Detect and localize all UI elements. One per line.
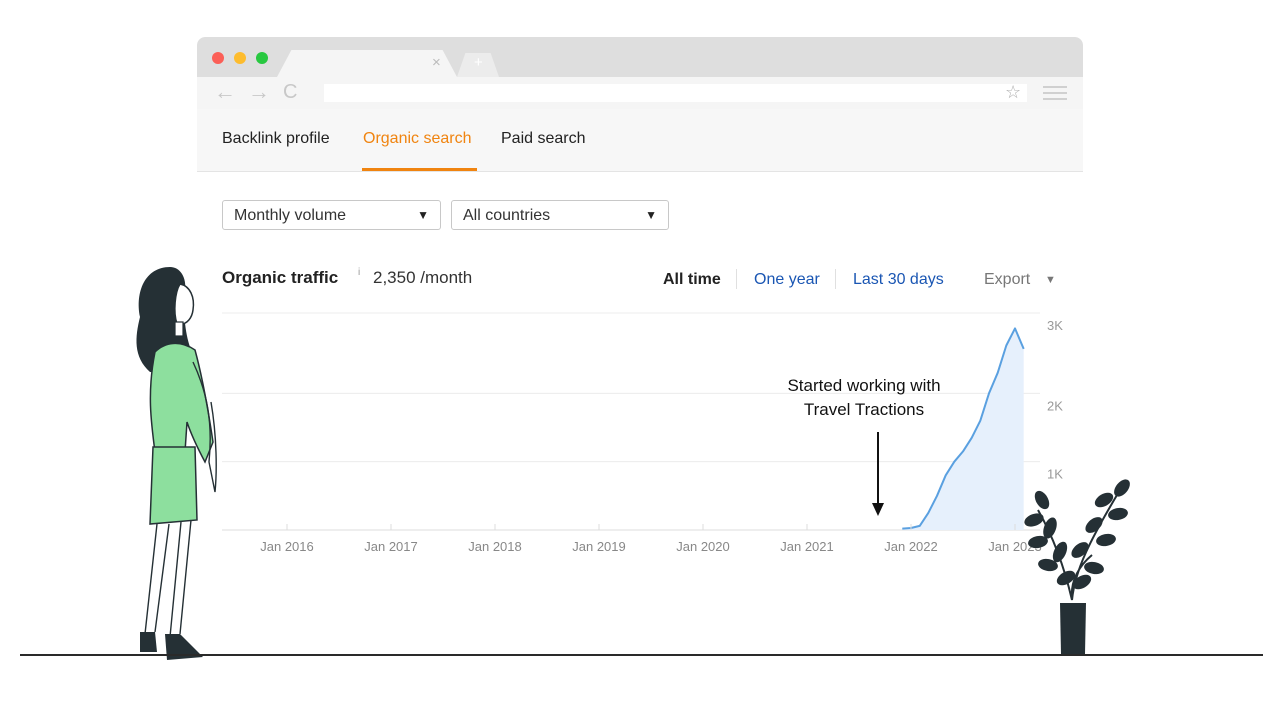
x-tick-label: Jan 2019 bbox=[572, 539, 626, 554]
traffic-area bbox=[902, 328, 1024, 530]
annotation-label: Travel Tractions bbox=[804, 400, 924, 419]
annotation-arrowhead bbox=[872, 503, 884, 516]
plant-illustration bbox=[1024, 479, 1130, 654]
annotation-label: Started working with bbox=[787, 376, 940, 395]
x-tick-label: Jan 2017 bbox=[364, 539, 418, 554]
x-tick-label: Jan 2018 bbox=[468, 539, 522, 554]
x-tick-label: Jan 2021 bbox=[780, 539, 834, 554]
y-tick-label: 2K bbox=[1047, 398, 1063, 413]
woman-illustration bbox=[136, 267, 217, 660]
x-tick-label: Jan 2022 bbox=[884, 539, 938, 554]
y-tick-label: 3K bbox=[1047, 318, 1063, 333]
x-tick-label: Jan 2020 bbox=[676, 539, 730, 554]
ground-line bbox=[20, 654, 1263, 656]
x-tick-label: Jan 2016 bbox=[260, 539, 314, 554]
